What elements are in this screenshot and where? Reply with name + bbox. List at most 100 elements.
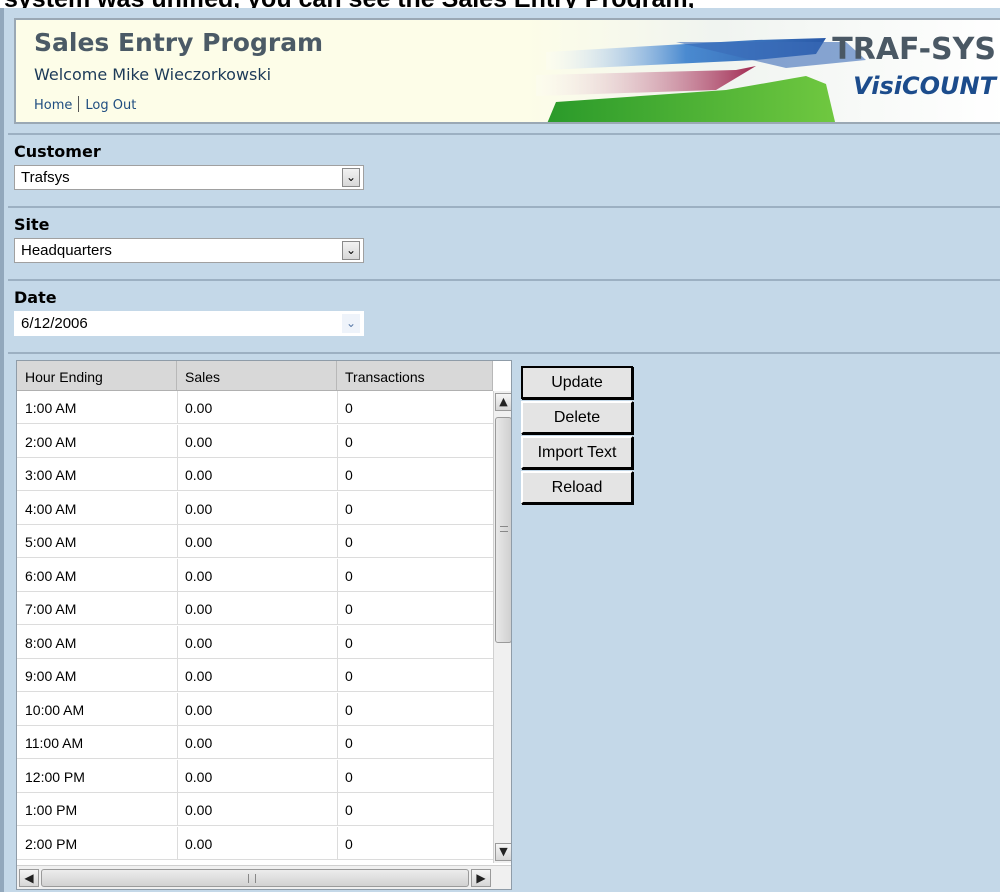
welcome-text: Welcome Mike Wieczorkowski [34,65,272,84]
arrow-up-icon[interactable]: ▲ [495,393,511,411]
hour-ending-cell[interactable]: 2:00 AM [25,434,76,450]
grip-icon [248,874,256,883]
transactions-cell[interactable]: 0 [345,534,353,550]
cell-divider [177,692,178,725]
table-row[interactable]: 2:00 AM 0.00 0 [17,424,493,458]
transactions-cell[interactable]: 0 [345,668,353,684]
sales-cell[interactable]: 0.00 [185,568,212,584]
hour-ending-cell[interactable]: 5:00 AM [25,534,76,550]
arrow-left-icon[interactable]: ◀ [19,869,39,887]
table-row[interactable]: 12:00 PM 0.00 0 [17,759,493,793]
logo-text-traf-sys: TRAF-SYS [832,32,996,67]
scroll-thumb[interactable] [41,869,469,887]
cell-divider [337,826,338,859]
site-dropdown[interactable]: Headquarters ⌄ [14,238,364,263]
hour-ending-cell[interactable]: 3:00 AM [25,467,76,483]
transactions-cell[interactable]: 0 [345,802,353,818]
table-row[interactable]: 9:00 AM 0.00 0 [17,659,493,692]
chevron-down-icon[interactable]: ⌄ [342,241,360,260]
reload-button[interactable]: Reload [521,471,633,504]
transactions-cell[interactable]: 0 [345,601,353,617]
hour-ending-cell[interactable]: 6:00 AM [25,568,76,584]
customer-section: Customer Trafsys ⌄ [8,133,1000,201]
update-button[interactable]: Update [521,366,633,399]
cell-divider [337,491,338,524]
transactions-cell[interactable]: 0 [345,501,353,517]
transactions-cell[interactable]: 0 [345,702,353,718]
arrow-down-icon[interactable]: ▼ [495,843,511,861]
cell-divider [337,793,338,825]
transactions-cell[interactable]: 0 [345,434,353,450]
hour-ending-cell[interactable]: 8:00 AM [25,635,76,651]
sales-cell[interactable]: 0.00 [185,400,212,416]
cell-divider [177,424,178,457]
date-picker[interactable]: 6/12/2006 ⌄ [14,311,364,336]
sales-cell[interactable]: 0.00 [185,769,212,785]
transactions-cell[interactable]: 0 [345,635,353,651]
cell-divider [177,592,178,624]
sales-cell[interactable]: 0.00 [185,534,212,550]
scroll-thumb[interactable] [495,417,511,643]
hour-ending-cell[interactable]: 1:00 AM [25,400,76,416]
hour-ending-cell[interactable]: 12:00 PM [25,769,85,785]
sales-cell[interactable]: 0.00 [185,668,212,684]
hour-ending-cell[interactable]: 9:00 AM [25,668,76,684]
cell-divider [337,424,338,457]
table-row[interactable]: 3:00 AM 0.00 0 [17,458,493,491]
table-row[interactable]: 7:00 AM 0.00 0 [17,592,493,625]
chevron-down-icon[interactable]: ⌄ [342,314,360,333]
cell-divider [177,826,178,859]
sales-cell[interactable]: 0.00 [185,635,212,651]
transactions-cell[interactable]: 0 [345,467,353,483]
hour-ending-cell[interactable]: 10:00 AM [25,702,84,718]
table-row[interactable]: 1:00 PM 0.00 0 [17,793,493,826]
col-header-sales[interactable]: Sales [177,361,337,390]
transactions-cell[interactable]: 0 [345,769,353,785]
table-row[interactable]: 10:00 AM 0.00 0 [17,692,493,726]
hour-ending-cell[interactable]: 7:00 AM [25,601,76,617]
chevron-down-icon[interactable]: ⌄ [342,168,360,187]
logout-link[interactable]: Log Out [85,98,136,113]
sales-cell[interactable]: 0.00 [185,467,212,483]
transactions-cell[interactable]: 0 [345,400,353,416]
customer-label: Customer [14,142,101,161]
vertical-scrollbar[interactable]: ▲ ▼ [493,391,511,863]
home-link[interactable]: Home [34,98,72,113]
cell-divider [177,625,178,658]
hour-ending-cell[interactable]: 1:00 PM [25,802,77,818]
customer-dropdown[interactable]: Trafsys ⌄ [14,165,364,190]
table-row[interactable]: 5:00 AM 0.00 0 [17,525,493,558]
cell-divider [177,726,178,758]
sales-cell[interactable]: 0.00 [185,836,212,852]
cell-divider [177,491,178,524]
col-header-hour-ending[interactable]: Hour Ending [17,361,177,390]
delete-button[interactable]: Delete [521,401,633,434]
hour-ending-cell[interactable]: 2:00 PM [25,836,77,852]
table-row[interactable]: 11:00 AM 0.00 0 [17,726,493,759]
date-value: 6/12/2006 [21,315,88,332]
sales-cell[interactable]: 0.00 [185,601,212,617]
cell-divider [337,759,338,792]
transactions-cell[interactable]: 0 [345,735,353,751]
hour-ending-cell[interactable]: 4:00 AM [25,501,76,517]
table-row[interactable]: 4:00 AM 0.00 0 [17,491,493,525]
transactions-cell[interactable]: 0 [345,836,353,852]
grid-rows: 1:00 AM 0.00 0 2:00 AM 0.00 0 3:00 AM 0.00 0 4:00… [17,391,493,861]
hour-ending-cell[interactable]: 11:00 AM [25,735,83,751]
import-text-button[interactable]: Import Text [521,436,633,469]
table-row[interactable]: 1:00 AM 0.00 0 [17,391,493,424]
col-header-transactions[interactable]: Transactions [337,361,493,390]
table-row[interactable]: 2:00 PM 0.00 0 [17,826,493,860]
arrow-right-icon[interactable]: ▶ [471,869,491,887]
sales-cell[interactable]: 0.00 [185,802,212,818]
table-row[interactable]: 8:00 AM 0.00 0 [17,625,493,659]
sales-cell[interactable]: 0.00 [185,735,212,751]
sales-cell[interactable]: 0.00 [185,434,212,450]
sales-cell[interactable]: 0.00 [185,501,212,517]
horizontal-scrollbar[interactable]: ◀ ▶ [17,865,511,889]
grid-header: Hour Ending Sales Transactions [17,361,493,391]
cell-divider [337,558,338,591]
sales-cell[interactable]: 0.00 [185,702,212,718]
transactions-cell[interactable]: 0 [345,568,353,584]
table-row[interactable]: 6:00 AM 0.00 0 [17,558,493,592]
